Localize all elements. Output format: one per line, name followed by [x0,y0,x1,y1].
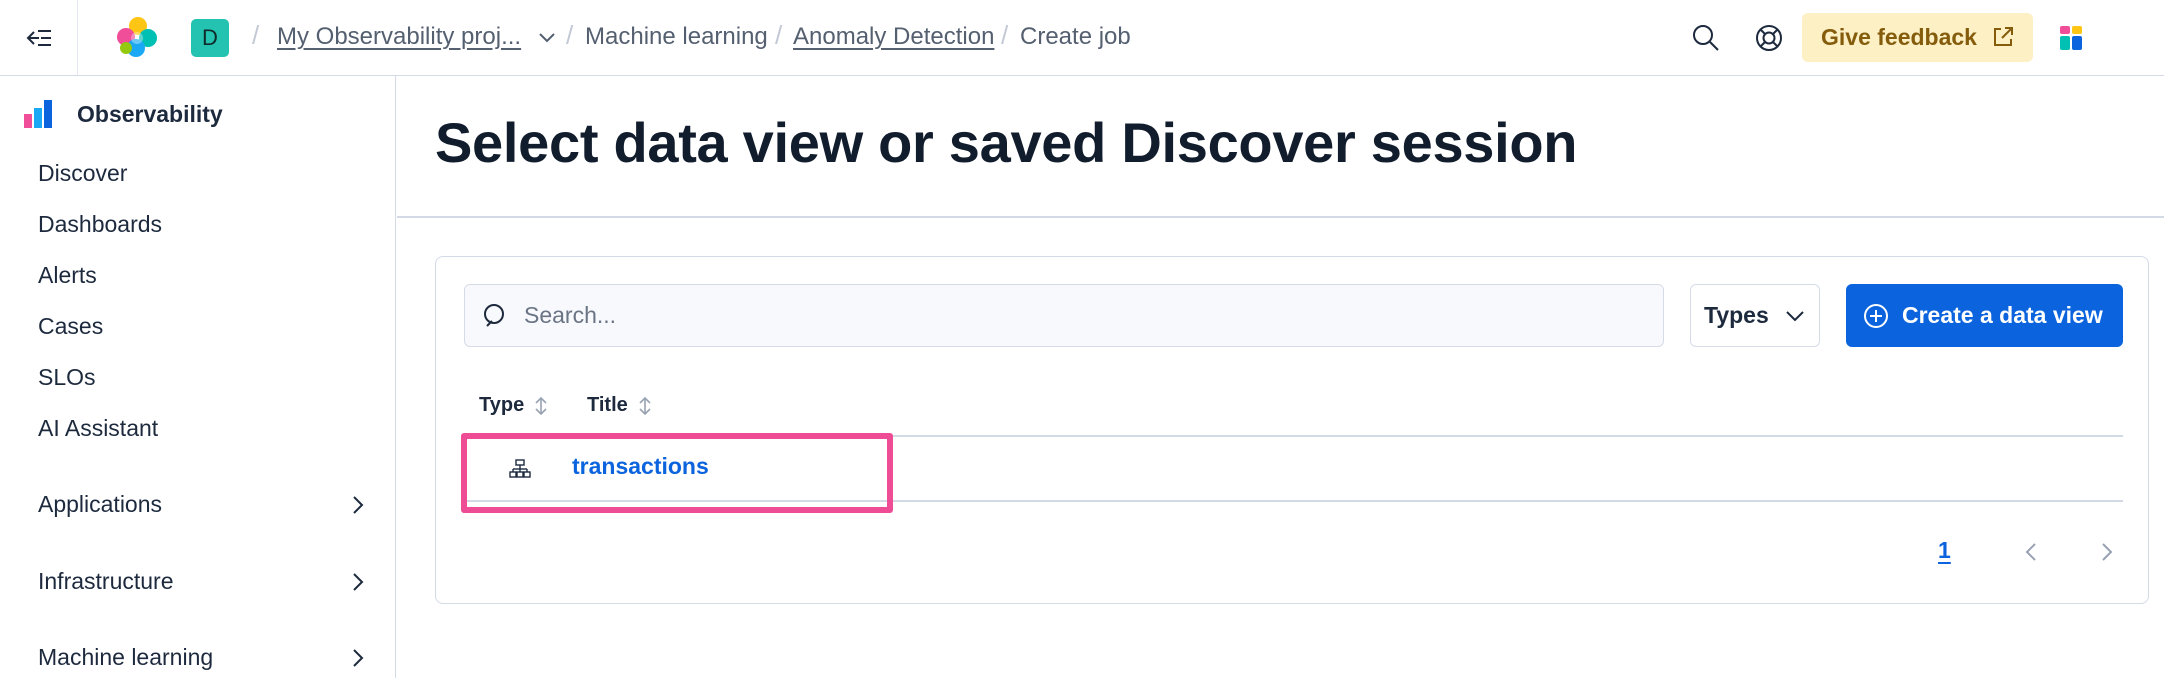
sidebar-group-applications[interactable]: Applications [38,491,368,518]
column-header-label: Title [587,394,628,416]
sidebar-group-label: Applications [38,491,163,517]
breadcrumb-machine-learning: Machine learning [585,23,768,50]
pagination-prev-icon[interactable] [2023,540,2039,564]
types-filter-button[interactable]: Types [1690,284,1820,347]
chevron-down-icon[interactable] [536,26,558,48]
search-field[interactable] [464,284,1664,347]
sidebar-item-slos[interactable]: SLOs [38,364,96,391]
side-navigation: Observability Discover Dashboards Alerts… [0,76,396,678]
page-title: Select data view or saved Discover sessi… [435,111,1578,174]
sidebar-item-dashboards[interactable]: Dashboards [38,211,162,238]
app-menu-icon[interactable] [2058,24,2086,52]
chevron-down-icon [1786,311,1804,322]
breadcrumb-separator: / [775,20,783,50]
chevron-right-icon [353,572,364,591]
breadcrumb-separator: / [252,20,260,50]
external-link-icon [1994,27,2013,46]
sidebar-group-infrastructure[interactable]: Infrastructure [38,568,368,595]
search-button[interactable] [1688,20,1724,56]
breadcrumb-project[interactable]: My Observability proj... [277,23,521,51]
sidebar-brand[interactable]: Observability [22,98,223,130]
observability-logo-icon [24,100,52,128]
sidebar-group-label: Infrastructure [38,568,174,594]
help-lifebuoy-icon [1756,25,1782,51]
search-icon [1693,25,1719,51]
help-button[interactable] [1751,20,1787,56]
sort-icon [639,396,651,415]
sidebar-brand-label: Observability [77,100,223,127]
sort-icon [535,396,547,415]
column-header-label: Type [479,394,525,416]
plus-in-circle-icon [1864,303,1888,328]
chevron-right-icon [353,648,364,667]
data-view-title-link[interactable]: transactions [572,453,709,480]
breadcrumb-separator: / [1001,20,1009,50]
breadcrumb-separator: / [566,20,574,50]
sidebar-group-machine-learning[interactable]: Machine learning [38,644,368,671]
pagination-next-icon[interactable] [2099,540,2115,564]
create-data-view-button[interactable]: Create a data view [1846,284,2123,347]
search-icon [484,303,504,327]
sidebar-group-label: Machine learning [38,644,214,670]
create-data-view-label: Create a data view [1902,302,2103,328]
data-view-icon [509,459,531,478]
top-header: D / My Observability proj... / Machine l… [0,0,2164,76]
give-feedback-button[interactable]: Give feedback [1802,13,2033,62]
types-filter-label: Types [1704,302,1769,328]
collapse-menu-icon [26,29,51,46]
search-input[interactable] [524,302,1624,329]
chevron-right-icon [353,495,364,514]
give-feedback-label: Give feedback [1821,24,1977,50]
collapse-nav-button[interactable] [0,0,78,75]
table-row[interactable]: transactions [464,436,2123,500]
title-divider [397,216,2164,218]
pagination-page-1[interactable]: 1 [1938,537,1951,564]
sidebar-item-cases[interactable]: Cases [38,313,103,340]
table-divider [464,500,2123,502]
project-avatar[interactable]: D [191,19,229,57]
column-header-type[interactable]: Type [479,394,549,417]
breadcrumb-create-job: Create job [1020,23,1131,50]
elastic-logo-icon[interactable] [112,14,160,62]
column-header-title[interactable]: Title [587,394,653,417]
sidebar-item-discover[interactable]: Discover [38,160,127,187]
sidebar-item-ai-assistant[interactable]: AI Assistant [38,415,158,442]
data-view-panel: Types Create a data view Type Title [435,256,2149,604]
sidebar-item-alerts[interactable]: Alerts [38,262,97,289]
breadcrumb-anomaly-detection[interactable]: Anomaly Detection [793,23,994,51]
